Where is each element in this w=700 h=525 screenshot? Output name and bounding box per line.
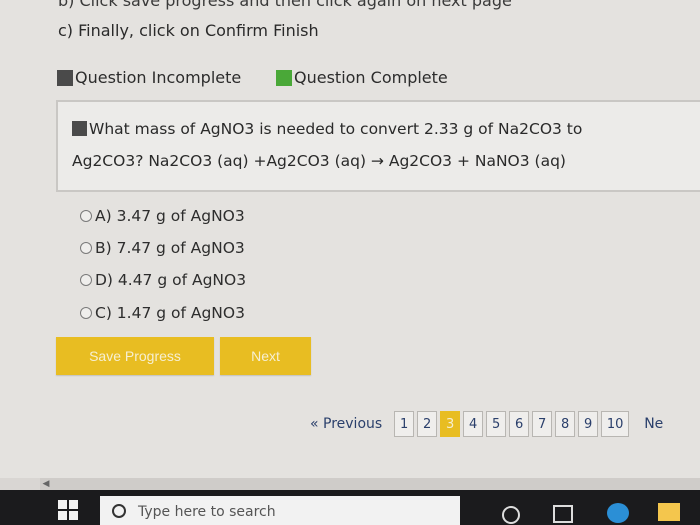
radio-icon[interactable] (80, 274, 92, 286)
legend-incomplete: Question Incomplete (57, 68, 241, 87)
search-icon (112, 504, 126, 518)
legend-complete-label: Question Complete (294, 68, 448, 87)
option-label: C) 1.47 g of AgNO3 (95, 304, 245, 322)
option-label: A) 3.47 g of AgNO3 (95, 207, 245, 225)
scroll-left-arrow-icon[interactable]: ◀ (40, 478, 52, 490)
page-10[interactable]: 10 (601, 411, 630, 437)
option-label: B) 7.47 g of AgNO3 (95, 239, 245, 257)
search-placeholder: Type here to search (138, 504, 276, 520)
incomplete-square-icon (57, 69, 73, 86)
page-1[interactable]: 1 (394, 411, 415, 437)
page-3[interactable]: 3 (440, 411, 461, 437)
option-c[interactable]: C) 1.47 g of AgNO3 (80, 304, 245, 322)
task-view-icon[interactable] (553, 505, 573, 523)
question-box: What mass of AgNO3 is needed to convert … (56, 100, 700, 192)
pagination: « Previous 1 2 3 4 5 6 7 8 9 10 Ne (310, 411, 663, 437)
question-text-2: Ag2CO3? Na2CO3 (aq) +Ag2CO3 (aq) → Ag2CO… (72, 152, 566, 170)
radio-icon[interactable] (80, 242, 92, 254)
next-link[interactable]: Ne (644, 416, 663, 432)
save-progress-button[interactable]: Save Progress (56, 337, 214, 375)
quiz-page: b) Click save progress and then click ag… (0, 0, 700, 478)
instruction-c: c) Finally, click on Confirm Finish (58, 21, 319, 40)
cortana-icon[interactable] (502, 506, 520, 524)
legend-incomplete-label: Question Incomplete (75, 68, 242, 87)
question-line-1: What mass of AgNO3 is needed to convert … (72, 120, 582, 138)
radio-icon[interactable] (80, 210, 92, 222)
edge-browser-icon[interactable] (607, 503, 629, 523)
complete-square-icon (276, 69, 292, 86)
option-b[interactable]: B) 7.47 g of AgNO3 (80, 239, 245, 257)
file-explorer-icon[interactable] (658, 503, 680, 521)
option-a[interactable]: A) 3.47 g of AgNO3 (80, 207, 245, 225)
question-text-1: What mass of AgNO3 is needed to convert … (89, 120, 583, 138)
radio-icon[interactable] (80, 307, 92, 319)
question-status-icon (72, 121, 87, 136)
previous-link[interactable]: « Previous (310, 416, 382, 432)
page-4[interactable]: 4 (463, 411, 484, 437)
legend-complete: Question Complete (276, 68, 448, 87)
taskbar: Type here to search (0, 490, 700, 525)
page-2[interactable]: 2 (417, 411, 438, 437)
page-7[interactable]: 7 (532, 411, 553, 437)
instruction-b: b) Click save progress and then click ag… (58, 0, 512, 10)
windows-start-icon[interactable] (58, 500, 78, 520)
next-button[interactable]: Next (220, 337, 311, 375)
page-9[interactable]: 9 (578, 411, 599, 437)
page-8[interactable]: 8 (555, 411, 576, 437)
page-6[interactable]: 6 (509, 411, 530, 437)
page-5[interactable]: 5 (486, 411, 507, 437)
horizontal-scrollbar[interactable] (40, 478, 700, 490)
option-d[interactable]: D) 4.47 g of AgNO3 (80, 271, 246, 289)
option-label: D) 4.47 g of AgNO3 (95, 271, 247, 289)
taskbar-search-box[interactable]: Type here to search (100, 496, 460, 525)
